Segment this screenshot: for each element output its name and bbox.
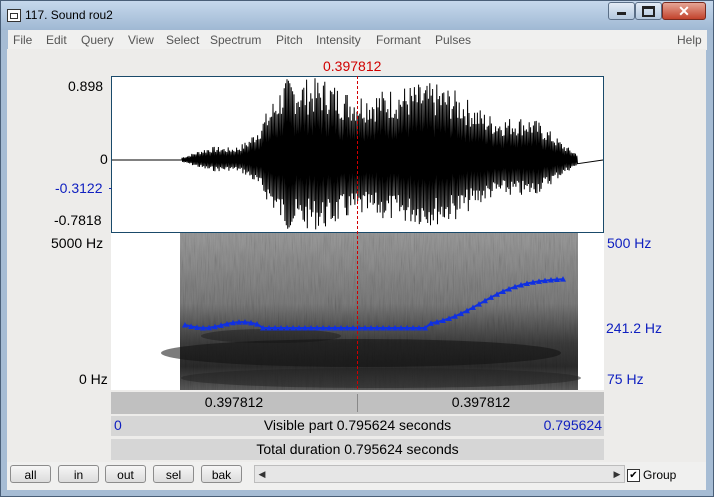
zoom-out-button[interactable]: out: [105, 465, 146, 483]
maximize-button[interactable]: [635, 2, 662, 20]
pitch-cursor-label: 241.2 Hz: [606, 320, 663, 336]
pitch-max-label: 500 Hz: [607, 235, 652, 251]
spectrogram-freq-min-label: 0 Hz: [79, 371, 108, 387]
waveform-max-label: 0.898: [68, 78, 104, 94]
menu-file[interactable]: File: [13, 33, 32, 47]
menu-spectrum[interactable]: Spectrum: [210, 33, 261, 47]
time-right-label[interactable]: 0.397812: [358, 394, 604, 410]
menu-bar: File Edit Query View Select Spectrum Pit…: [8, 30, 707, 50]
waveform-zero-label: 0: [100, 151, 108, 167]
visible-part-label: Visible part 0.795624 seconds: [263, 417, 452, 433]
menu-formant[interactable]: Formant: [376, 33, 421, 47]
scroll-right-icon[interactable]: ▶: [610, 466, 624, 482]
total-duration-bar[interactable]: Total duration 0.795624 seconds: [111, 439, 604, 460]
menu-edit[interactable]: Edit: [46, 33, 67, 47]
group-checkbox[interactable]: ✔: [627, 469, 640, 482]
cursor-time-label: 0.397812: [323, 58, 382, 74]
spectrogram-formant-band: [201, 329, 341, 343]
time-left-label[interactable]: 0.397812: [111, 394, 358, 412]
app-icon: [7, 9, 21, 22]
window-title: 117. Sound rou2: [25, 8, 113, 22]
menu-pitch[interactable]: Pitch: [276, 33, 303, 47]
visible-part-bar[interactable]: 0 Visible part 0.795624 seconds 0.795624: [111, 416, 604, 436]
horizontal-scrollbar[interactable]: ◀ ▶: [254, 465, 625, 483]
minimize-icon: [617, 12, 626, 15]
spectrogram-freq-max-label: 5000 Hz: [51, 235, 104, 251]
group-label: Group: [643, 468, 677, 482]
menu-help[interactable]: Help: [677, 33, 702, 47]
waveform-cursor-value-label: -0.3122: [55, 180, 103, 196]
spectrogram-formant-band: [161, 339, 561, 367]
menu-select[interactable]: Select: [166, 33, 199, 47]
bottom-toolbar: all in out sel bak ◀ ▶ ✔ Group: [7, 462, 706, 490]
spectrogram-low-band: [181, 368, 581, 388]
zoom-selection-button[interactable]: sel: [153, 465, 194, 483]
zoom-back-button[interactable]: bak: [201, 465, 242, 483]
maximize-icon: [642, 6, 655, 17]
close-icon: ✕: [678, 3, 690, 19]
pitch-min-label: 75 Hz: [607, 371, 644, 387]
menu-intensity[interactable]: Intensity: [316, 33, 361, 47]
menu-pulses[interactable]: Pulses: [435, 33, 471, 47]
menu-query[interactable]: Query: [81, 33, 114, 47]
title-bar[interactable]: 117. Sound rou2 ✕: [1, 1, 713, 30]
visible-end-label: 0.795624: [543, 417, 602, 433]
zoom-all-button[interactable]: all: [10, 465, 51, 483]
scroll-left-icon[interactable]: ◀: [255, 466, 269, 482]
total-duration-label: Total duration 0.795624 seconds: [256, 441, 459, 457]
zoom-in-button[interactable]: in: [58, 465, 99, 483]
minimize-button[interactable]: [608, 2, 635, 20]
selection-time-bar[interactable]: 0.397812 0.397812: [111, 392, 604, 414]
waveform-min-label: -0.7818: [54, 212, 102, 228]
menu-view[interactable]: View: [128, 33, 154, 47]
cursor-line: [357, 76, 358, 389]
close-button[interactable]: ✕: [662, 2, 706, 20]
